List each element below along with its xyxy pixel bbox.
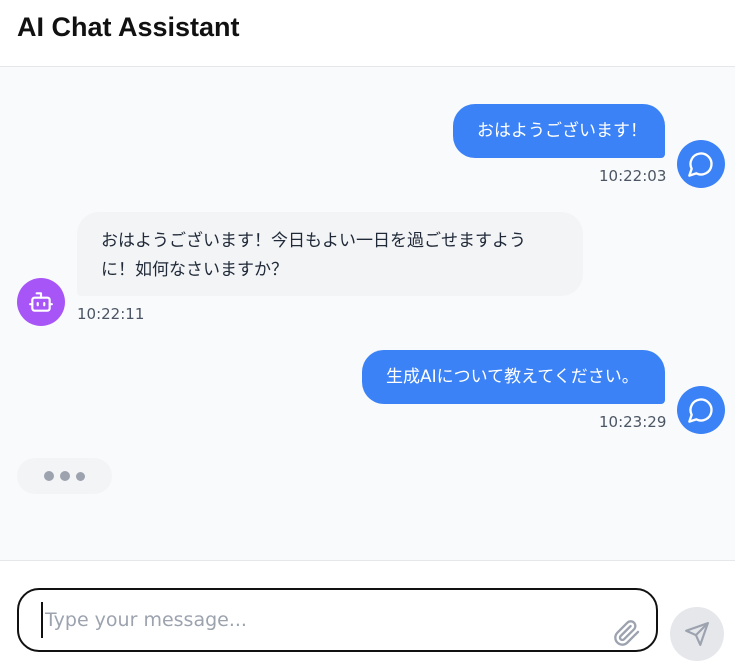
typing-indicator: [17, 458, 112, 494]
assistant-avatar: [17, 278, 65, 326]
typing-dot: [60, 471, 70, 481]
message-timestamp: 10:22:03: [599, 167, 667, 185]
typing-dot: [76, 472, 85, 481]
send-button[interactable]: [670, 607, 724, 661]
user-message-bubble: おはようございます！: [453, 104, 665, 158]
message-text-line: おはようございます！今日もよい一日を過ごせますよう: [101, 231, 526, 251]
paperclip-icon: [614, 620, 640, 646]
chat-bubble-icon: [688, 152, 713, 177]
page-title: AI Chat Assistant: [17, 12, 240, 42]
attach-button[interactable]: [612, 618, 642, 648]
chat-bubble-icon: [688, 398, 713, 423]
message-input-container[interactable]: [17, 588, 658, 652]
user-message-bubble: 生成AIについて教えてください。: [362, 350, 665, 404]
message-text-line: に！如何なさいますか？: [101, 260, 288, 280]
message-text: おはようございます！: [477, 121, 647, 141]
message-composer: [0, 562, 735, 671]
robot-icon: [29, 292, 53, 312]
assistant-message-bubble: おはようございます！今日もよい一日を過ごせますよう に！如何なさいますか？: [77, 212, 583, 296]
message-timestamp: 10:23:29: [599, 413, 667, 431]
message-text: 生成AIについて教えてください。: [386, 367, 639, 387]
user-avatar: [677, 386, 725, 434]
message-list[interactable]: おはようございます！ 10:22:03 おはようございます！今日もよい一日を過ご…: [0, 67, 735, 561]
typing-dot: [44, 471, 54, 481]
message-input[interactable]: [41, 602, 581, 638]
message-timestamp: 10:22:11: [77, 305, 145, 323]
send-icon: [685, 622, 709, 646]
user-avatar: [677, 140, 725, 188]
app-header: AI Chat Assistant: [0, 0, 735, 67]
